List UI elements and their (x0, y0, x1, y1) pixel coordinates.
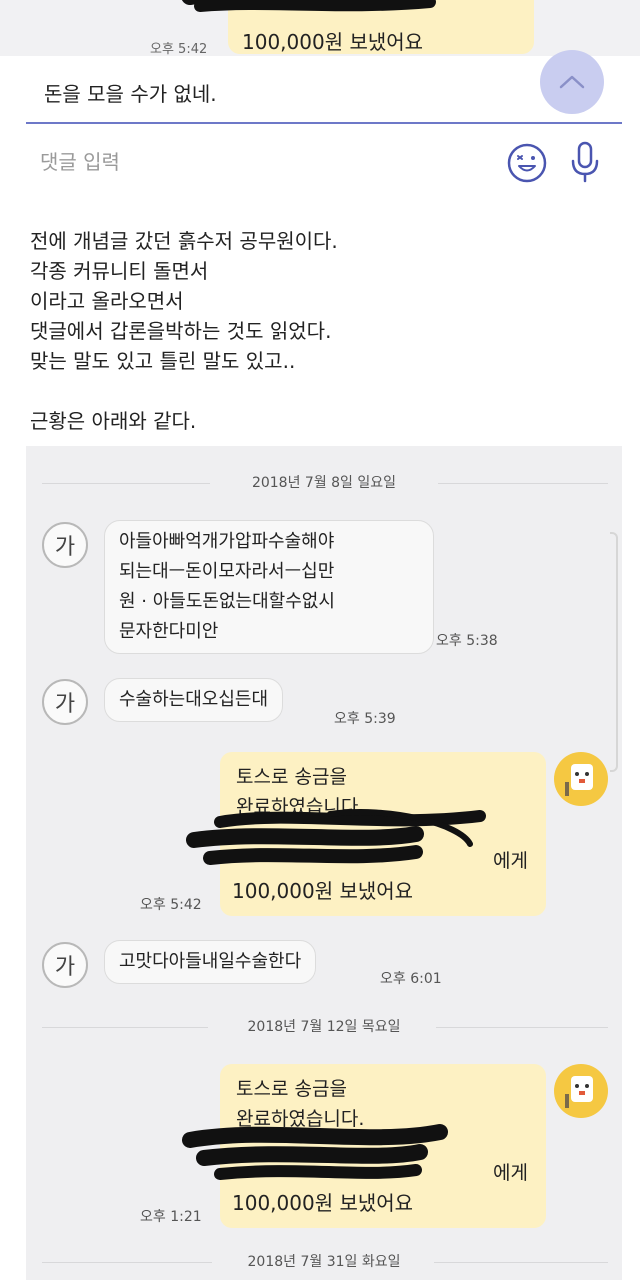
date-divider-line (436, 1027, 608, 1028)
toss-avatar-icon (554, 1064, 608, 1118)
redaction-scribble (186, 809, 486, 865)
toss-avatar-graphic (565, 764, 593, 796)
comment-input[interactable] (40, 146, 480, 178)
message-time: 오후 6:01 (380, 971, 442, 987)
message-time: 오후 5:39 (334, 711, 396, 727)
incoming-message: 수술하는대오십든대 (104, 678, 284, 722)
comment-input-row (0, 124, 640, 200)
transfer-bubble: 토스로 송금을 완료하였습니다. 에게 100,000원 보냈어요 (182, 1064, 546, 1228)
incoming-message: 아들아빠억개가압파수술해야 되는대ㅡ돈이모자라서ㅡ십만 원 · 아들도돈없는대할… (104, 520, 434, 654)
scrollbar[interactable] (610, 532, 618, 772)
post-line: 맞는 말도 있고 틀린 말도 있고.. (30, 349, 296, 373)
transfer-amount: 100,000원 보냈어요 (232, 1191, 414, 1215)
incoming-message: 고맛다아들내일수술한다 (104, 940, 317, 984)
transfer-line: 토스로 송금을 (236, 766, 347, 788)
top-chat-snippet: 100,000원 보냈어요 오후 5:42 (0, 0, 640, 56)
message-time: 오후 5:38 (436, 633, 498, 649)
date-separator: 2018년 7월 12일 목요일 (247, 1019, 401, 1035)
message-time: 오후 5:42 (150, 42, 208, 56)
post-line: 전에 개념글 갔던 흙수저 공무원이다. (30, 229, 338, 253)
comment-row: 돈을 모을 수가 없네. (0, 50, 640, 122)
transfer-bubble-top: 100,000원 보냈어요 (181, 0, 534, 54)
transfer-line: 에게 (493, 850, 528, 872)
transfer-amount: 100,000원 보냈어요 (232, 879, 414, 903)
redaction-scribble (182, 1124, 448, 1180)
chevron-up-icon (559, 75, 585, 89)
scroll-up-button[interactable] (540, 50, 604, 114)
post-line: 각종 커뮤니티 돌면서 (30, 259, 209, 283)
redaction-scribble (181, 0, 436, 12)
sender-avatar: 가 (42, 679, 88, 725)
mic-icon[interactable] (568, 140, 602, 184)
toss-avatar-graphic (565, 1076, 593, 1108)
post-gap (30, 376, 610, 406)
post-line: 이라고 올라오면서 (30, 289, 184, 313)
post-line: 근황은 아래와 같다. (30, 409, 197, 433)
transfer-amount: 100,000원 보냈어요 (242, 30, 424, 54)
sender-avatar: 가 (42, 942, 88, 988)
sender-avatar: 가 (42, 522, 88, 568)
message-time: 오후 1:21 (140, 1209, 202, 1225)
date-separator: 2018년 7월 8일 일요일 (251, 475, 397, 491)
comment-text: 돈을 모을 수가 없네. (44, 82, 217, 106)
transfer-bubble: 토스로 송금을 완료하였습니다. 에게 100,000원 보냈어요 (186, 752, 546, 916)
date-divider-line (438, 483, 608, 484)
post-body: 전에 개념글 갔던 흙수저 공무원이다. 각종 커뮤니티 돌면서 이라고 올라오… (30, 226, 610, 436)
chat-screenshot: 2018년 7월 8일 일요일 가 아들아빠억개가압파수술해야 되는대ㅡ돈이모자… (26, 446, 622, 1280)
post-line: 댓글에서 갑론을박하는 것도 읽었다. (30, 319, 332, 343)
transfer-line: 토스로 송금을 (236, 1078, 347, 1100)
date-separator: 2018년 7월 31일 화요일 (247, 1254, 401, 1270)
message-time: 오후 5:42 (140, 897, 202, 913)
toss-avatar-icon (554, 752, 608, 806)
transfer-line: 에게 (493, 1162, 528, 1184)
date-divider-line (434, 1262, 608, 1263)
emoji-icon[interactable] (506, 142, 548, 184)
